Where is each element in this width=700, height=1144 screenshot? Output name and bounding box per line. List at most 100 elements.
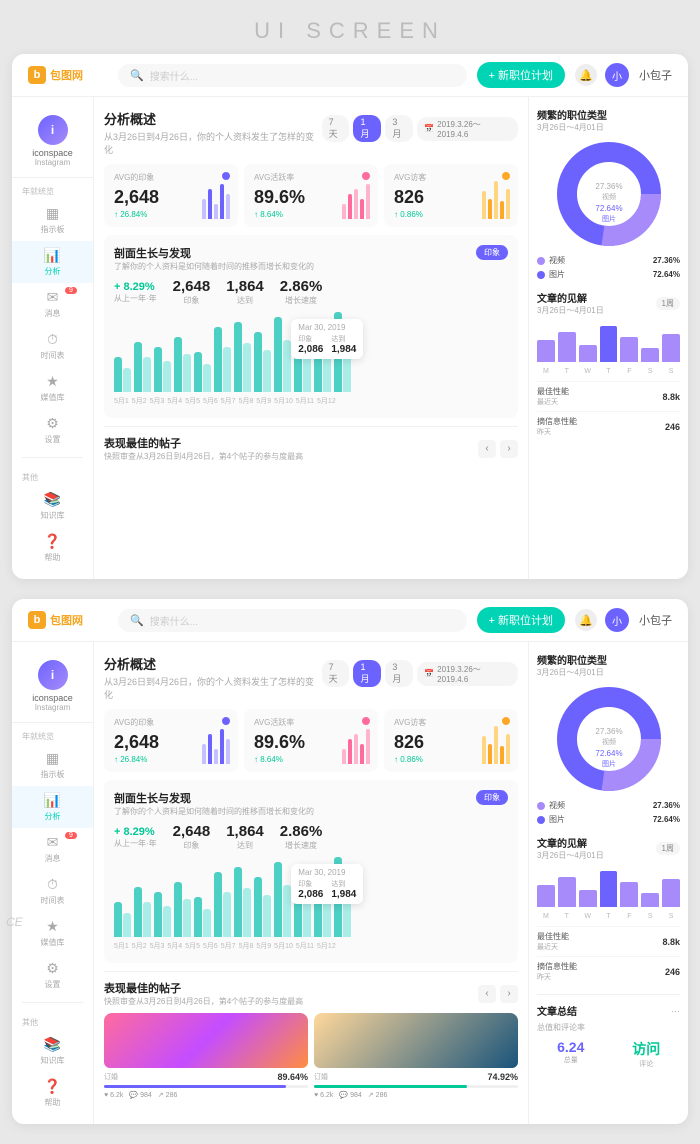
stat-card-visitors: AVG访客 826 ↑ 0.86%: [384, 164, 518, 227]
sidebar-section-2b: 其他: [12, 1009, 93, 1030]
sidebar-divider-2: [22, 1002, 83, 1003]
sidebar-item-help[interactable]: ❓ 帮助: [12, 527, 93, 569]
bar-group: [234, 322, 251, 392]
time-btn-3m-2[interactable]: 3月: [385, 660, 413, 687]
mini-chart-1: [202, 184, 230, 219]
sidebar-item-help-2[interactable]: ❓ 帮助: [12, 1072, 93, 1114]
bar-group: [194, 352, 211, 392]
time-btn-3m[interactable]: 3月: [385, 115, 413, 142]
growth-badge-2[interactable]: 印象: [476, 790, 508, 805]
sidebar-item-media-2[interactable]: ★ 媒值库: [12, 912, 93, 954]
nav-arrows: ‹ ›: [478, 440, 518, 458]
growth-val-2: 1,864: [226, 278, 264, 295]
post-progress-2: [314, 1085, 467, 1088]
notification-icon-2[interactable]: 🔔: [575, 609, 597, 631]
new-job-button[interactable]: + 新职位计划: [477, 62, 565, 88]
logo-text-2: 包图网: [50, 612, 83, 628]
sidebar-section-2: 其他: [12, 464, 93, 485]
avatar[interactable]: 小: [605, 63, 629, 87]
insight-val-1: 8.8k: [662, 392, 680, 402]
content-area-2: 分析概述 从3月26日到4月26日，你的个人资料发生了怎样的变化 7天 1月 3…: [94, 642, 528, 1124]
analysis-icon-2: 📊: [44, 792, 61, 809]
stat-card-impressions: AVG的印象 2,648 ↑ 26.84%: [104, 164, 238, 227]
sidebar-item-messages[interactable]: ✉ 消息 9: [12, 283, 93, 325]
sidebar-item-analysis[interactable]: 📊 分析: [12, 241, 93, 283]
bar-chart: Mar 30, 2019 印象2,086 达到1,984 5月15月25月35月…: [114, 314, 508, 404]
sidebar-label-media: 媒值库: [41, 392, 65, 403]
time-btn-1m-2[interactable]: 1月: [353, 660, 381, 687]
insights-period[interactable]: 1周: [656, 297, 680, 310]
logo-icon: b: [28, 66, 46, 84]
job-types-section: 频繁的职位类型 3月26日～4月01日 27.36% 视频 72.64% 图片: [537, 107, 680, 280]
article-summary: 文章总结 ··· 总值和评论率 6.24 总量 访问 评论: [537, 994, 680, 1069]
insights-header: 文章的见解 3月26日～4月01日 1周: [537, 290, 680, 316]
growth-val-1: 2,648: [173, 278, 211, 295]
insights-period-2[interactable]: 1周: [656, 842, 680, 855]
svg-text:72.64%: 72.64%: [595, 204, 622, 213]
message-badge: 9: [65, 287, 77, 294]
posts-title: 表现最佳的帖子: [104, 435, 303, 451]
search-bar[interactable]: 🔍 搜索什么...: [118, 64, 467, 87]
date-range[interactable]: 📅 2019.3.26～2019.4.6: [417, 117, 518, 141]
sidebar-2: i iconspace Instagram 年就统览 ▦ 指示板 📊 分析 ✉ …: [12, 642, 94, 1124]
time-btn-1m[interactable]: 1月: [353, 115, 381, 142]
message-icon: ✉: [47, 289, 59, 306]
sidebar-item-media[interactable]: ★ 媒值库: [12, 367, 93, 409]
message-badge-2: 9: [65, 832, 77, 839]
prev-arrow-2[interactable]: ‹: [478, 985, 496, 1003]
new-job-button-2[interactable]: + 新职位计划: [477, 607, 565, 633]
sidebar-user-sub-2: Instagram: [35, 703, 71, 712]
sidebar-item-knowledge-2[interactable]: 📚 知识库: [12, 1030, 93, 1072]
stat-dot-3: [502, 172, 510, 180]
time-btn-7d[interactable]: 7天: [322, 115, 350, 142]
stats-row-2: AVG的印象 2,648 ↑ 26.84% AVG活跃率: [104, 709, 518, 772]
bar-group: [134, 887, 151, 937]
bar-group: [174, 882, 191, 937]
search-bar-2[interactable]: 🔍 搜索什么...: [118, 609, 467, 632]
avatar-2[interactable]: 小: [605, 608, 629, 632]
sidebar-item-dashboard-2[interactable]: ▦ 指示板: [12, 744, 93, 786]
growth-header: 剖面生长与发现 了解你的个人资料是如何随着时间的推移而增长和变化的 印象: [114, 245, 508, 272]
sidebar-item-messages-2[interactable]: ✉ 消息 9: [12, 828, 93, 870]
insights-section: 文章的见解 3月26日～4月01日 1周 M T W T F S S: [537, 290, 680, 441]
growth-section-2: 剖面生长与发现 了解你的个人资料是如何随着时间的推移而增长和变化的 印象 + 8…: [104, 780, 518, 963]
bar-group: [174, 337, 191, 392]
date-range-2[interactable]: 📅 2019.3.26～2019.4.6: [417, 662, 518, 686]
svg-text:图片: 图片: [602, 759, 616, 768]
insights-title: 文章的见解: [537, 290, 604, 305]
posts-header: 表现最佳的帖子 快照审查从3月26日到4月26日，第4个帖子的参与度最高 ‹ ›: [104, 435, 518, 462]
bar-group: [194, 897, 211, 937]
sidebar-item-dashboard[interactable]: ▦ 指示板: [12, 199, 93, 241]
stat-card-active: AVG活跃率 89.6% ↑ 8.64%: [244, 164, 378, 227]
insight-metric-2: 摘信息性能 昨天 246: [537, 411, 680, 441]
sidebar-item-knowledge[interactable]: 📚 知识库: [12, 485, 93, 527]
next-arrow-2[interactable]: ›: [500, 985, 518, 1003]
sidebar-item-settings[interactable]: ⚙ 设置: [12, 409, 93, 451]
sidebar-item-timeline-2[interactable]: ⏱ 时间表: [12, 870, 93, 912]
page-title: UI SCREEN: [0, 0, 700, 54]
sidebar-username-2: iconspace: [32, 693, 73, 703]
prev-arrow[interactable]: ‹: [478, 440, 496, 458]
growth-badge[interactable]: 印象: [476, 245, 508, 260]
sidebar-item-analysis-2[interactable]: 📊 分析: [12, 786, 93, 828]
bar-group: [214, 872, 231, 937]
day-labels: M T W T F S S: [537, 368, 680, 375]
next-arrow[interactable]: ›: [500, 440, 518, 458]
media-icon-2: ★: [46, 918, 59, 935]
svg-text:27.36%: 27.36%: [595, 182, 622, 191]
more-icon[interactable]: ···: [671, 1006, 680, 1016]
main-layout: i iconspace Instagram 年就统览 ▦ 指示板 📊 分析 ✉ …: [12, 97, 688, 579]
analysis-header: 分析概述 从3月26日到4月26日，你的个人资料发生了怎样的变化 7天 1月 3…: [104, 109, 518, 156]
sidebar-item-settings-2[interactable]: ⚙ 设置: [12, 954, 93, 996]
posts-grid: 订婚 89.64% ♥6.2k 💬984 ↗286: [104, 1013, 518, 1099]
post-card-1: 订婚 89.64% ♥6.2k 💬984 ↗286: [104, 1013, 308, 1099]
post-img-1: [104, 1013, 308, 1068]
sidebar-item-timeline[interactable]: ⏱ 时间表: [12, 325, 93, 367]
time-btn-7d-2[interactable]: 7天: [322, 660, 350, 687]
job-types-title: 频繁的职位类型: [537, 107, 680, 122]
svg-text:视频: 视频: [602, 737, 616, 746]
growth-change-sub: 从上一年·年: [114, 293, 157, 304]
growth-val-3: 2.86%: [280, 278, 323, 295]
insight-sub-1: 最近天: [537, 397, 569, 407]
notification-icon[interactable]: 🔔: [575, 64, 597, 86]
